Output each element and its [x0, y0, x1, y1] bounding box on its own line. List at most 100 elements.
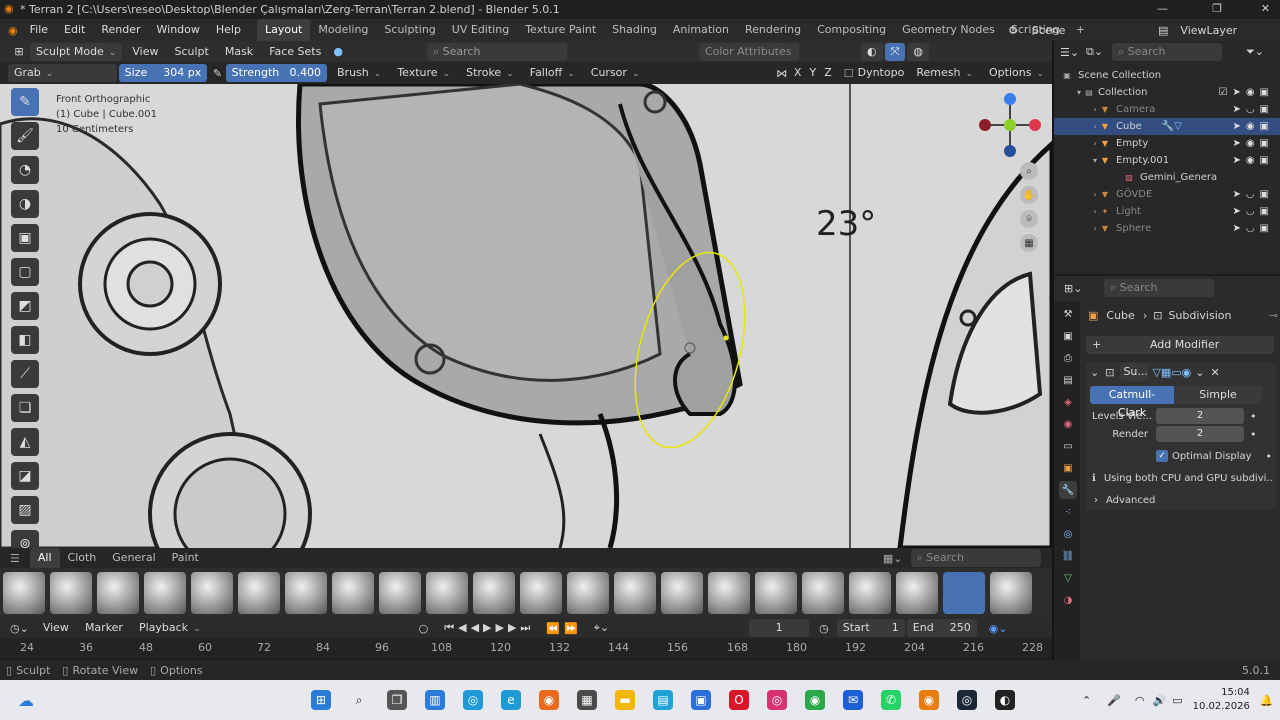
output-tab-icon[interactable]: ⎙	[1059, 349, 1077, 367]
mask-tool-icon[interactable]: ◔	[11, 156, 39, 184]
close-icon[interactable]: ✕	[1261, 2, 1270, 15]
grid-view-icon[interactable]: ▦	[1020, 234, 1038, 252]
menu-sculpt[interactable]: Sculpt	[166, 41, 216, 63]
tab-compositing[interactable]: Compositing	[809, 19, 894, 41]
symmetry-x-toggle[interactable]: X	[790, 62, 806, 84]
expand-icon[interactable]: ›	[1090, 203, 1100, 220]
outliner-item-empty[interactable]: › ▼ Empty ➤◉▣	[1054, 135, 1280, 152]
constraints-tab-icon[interactable]: ⛓	[1059, 547, 1077, 565]
microphone-icon[interactable]: 🎤	[1107, 694, 1121, 707]
face-set-tool-icon[interactable]: ◑	[11, 190, 39, 218]
menu-help[interactable]: Help	[208, 19, 249, 41]
maximize-icon[interactable]: ❐	[1212, 2, 1222, 15]
brush-clay-strips[interactable]	[97, 572, 139, 614]
menu-render[interactable]: Render	[93, 19, 148, 41]
brush-crease[interactable]	[191, 572, 233, 614]
stroke-menu[interactable]: Stroke	[458, 62, 522, 84]
timeline-editor-icon[interactable]: ◷⌄	[10, 622, 29, 635]
properties-editor-icon[interactable]: ⊞⌄	[1064, 282, 1104, 295]
asset-shelf-menu-icon[interactable]: ☰	[10, 552, 20, 565]
expand-icon[interactable]: ›	[1090, 101, 1100, 118]
tab-shading[interactable]: Shading	[604, 19, 665, 41]
outliner-item-gemini-image[interactable]: ▨ Gemini_Genera	[1054, 169, 1280, 186]
widgets-icon[interactable]: ▥	[425, 690, 445, 710]
render-levels-field[interactable]: 2	[1156, 426, 1244, 442]
dyntopo-label[interactable]: Dyntopo	[854, 62, 909, 84]
visibility-icons[interactable]: ➤◡▣	[1232, 101, 1274, 118]
mail-icon[interactable]: ✉	[843, 690, 863, 710]
size-field[interactable]: Size 304 px	[118, 64, 208, 82]
cloth-filter-tool-icon[interactable]: ◭	[11, 428, 39, 456]
menu-window[interactable]: Window	[149, 19, 208, 41]
start-menu-icon[interactable]: ⊞	[311, 690, 331, 710]
scene-tab-icon[interactable]: ◈	[1059, 393, 1077, 411]
brush-mask[interactable]	[567, 572, 609, 614]
timeline-view-toggle-icon[interactable]: ◉⌄	[989, 622, 1008, 635]
outliner-item-light[interactable]: › ✦ Light ➤◡▣	[1054, 203, 1280, 220]
timeline-marker-menu[interactable]: Marker	[77, 617, 131, 639]
pen-pressure-icon[interactable]: ✎	[209, 67, 225, 80]
stopwatch-icon[interactable]: ◷	[819, 622, 829, 635]
blender-taskbar-icon[interactable]: ◉	[919, 690, 939, 710]
brush-pose[interactable]	[802, 572, 844, 614]
current-frame-field[interactable]: 1	[749, 619, 810, 637]
edge-browser-icon[interactable]: e	[501, 690, 521, 710]
tab-texture-paint[interactable]: Texture Paint	[517, 19, 604, 41]
brush-draw-sharp[interactable]	[332, 572, 374, 614]
brush-nudge[interactable]	[708, 572, 750, 614]
asset-tab-cloth[interactable]: Cloth	[60, 548, 105, 568]
material-tab-icon[interactable]: ◑	[1059, 591, 1077, 609]
object-tab-icon[interactable]: ▣	[1059, 459, 1077, 477]
render-tab-icon[interactable]: ▣	[1059, 327, 1077, 345]
brush-menu[interactable]: Brush	[329, 62, 389, 84]
box-face-set-tool-icon[interactable]: ◩	[11, 292, 39, 320]
advanced-row[interactable]: › Advanced	[1094, 492, 1272, 508]
brush-blob[interactable]	[3, 572, 45, 614]
auto-keying-icon[interactable]: ○	[419, 622, 429, 635]
tab-modeling[interactable]: Modeling	[310, 19, 376, 41]
data-tab-icon[interactable]: ▽	[1059, 569, 1077, 587]
keyframe-jump-controls[interactable]: ⏪⏩	[546, 622, 581, 635]
outliner-item-cube[interactable]: › ▼ Cube 🔧▽ ➤◉▣	[1054, 118, 1280, 135]
brush-draw[interactable]	[285, 572, 327, 614]
box-hide-tool-icon[interactable]: ▢	[11, 258, 39, 286]
expand-icon[interactable]: ›	[1090, 135, 1100, 152]
3d-viewport[interactable]: 23° ⌕ ✋ ⌾ ▦	[0, 84, 1052, 548]
color-attribute-icon[interactable]: ●	[333, 45, 343, 58]
asset-tab-paint[interactable]: Paint	[164, 548, 207, 568]
tool-tab-icon[interactable]: ⚒	[1059, 305, 1077, 323]
task-view-icon[interactable]: ❐	[387, 690, 407, 710]
chrome-icon[interactable]: ◉	[805, 690, 825, 710]
pin-icon[interactable]: ⊸	[1269, 309, 1278, 322]
asset-tab-general[interactable]: General	[104, 548, 163, 568]
collection-tab-icon[interactable]: ▭	[1059, 437, 1077, 455]
remesh-menu[interactable]: Remesh	[908, 62, 981, 84]
color-attributes-dropdown[interactable]: Color Attributes	[698, 42, 799, 61]
start-frame-field[interactable]: Start 1	[836, 619, 905, 637]
asset-display-icon[interactable]: ▦⌄	[883, 552, 903, 565]
asset-tab-all[interactable]: All	[29, 548, 60, 568]
steam-icon[interactable]: ◎	[957, 690, 977, 710]
collection-visibility-icons[interactable]: ☑➤◉▣	[1218, 84, 1274, 101]
collapse-icon[interactable]: ⌄	[1090, 366, 1099, 379]
visibility-icons[interactable]: ➤◡▣	[1232, 186, 1274, 203]
filter-icon[interactable]: ⏷⌄	[1246, 45, 1264, 59]
brush-clay-thumb[interactable]	[144, 572, 186, 614]
battery-icon[interactable]: ▭	[1172, 694, 1182, 707]
header-search-input[interactable]: ⌕ Search	[426, 42, 567, 61]
brush-crease-sharp[interactable]	[238, 572, 280, 614]
menu-mask[interactable]: Mask	[217, 41, 261, 63]
dyntopo-checkbox[interactable]: ☐	[844, 67, 854, 80]
brush-scrape[interactable]	[896, 572, 938, 614]
draw-brush-tool-icon[interactable]: ✎	[11, 88, 39, 116]
navigation-gizmo[interactable]	[975, 89, 1045, 159]
scene-selector[interactable]: ⚙ Scene	[1008, 21, 1065, 39]
outliner-item-camera[interactable]: › ▼ Camera ➤◡▣	[1054, 101, 1280, 118]
keyframe-dot-icon[interactable]: •	[1250, 428, 1257, 441]
blender-menu-icon[interactable]: ◉	[8, 24, 18, 37]
tab-geometry-nodes[interactable]: Geometry Nodes	[894, 19, 1003, 41]
brush-multires[interactable]	[661, 572, 703, 614]
file-explorer-icon[interactable]: ▬	[615, 690, 635, 710]
tab-rendering[interactable]: Rendering	[737, 19, 809, 41]
minimize-icon[interactable]: —	[1157, 2, 1168, 15]
